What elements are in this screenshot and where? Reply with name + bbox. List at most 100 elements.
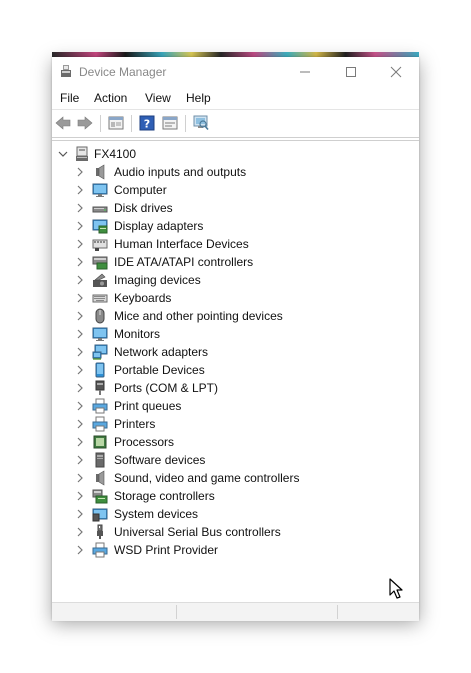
- menu-action[interactable]: Action: [94, 91, 127, 105]
- chevron-right-icon[interactable]: [75, 527, 85, 537]
- back-arrow-icon[interactable]: [55, 115, 71, 131]
- tree-item[interactable]: Disk drives: [52, 199, 419, 217]
- tree-item-label: Human Interface Devices: [114, 237, 249, 251]
- chevron-right-icon[interactable]: [75, 329, 85, 339]
- tree-item-label: Mice and other pointing devices: [114, 309, 283, 323]
- mouse-icon: [95, 308, 105, 324]
- tree-item[interactable]: Monitors: [52, 325, 419, 343]
- help-icon[interactable]: ?: [139, 115, 155, 131]
- menu-file[interactable]: File: [60, 91, 79, 105]
- properties-icon[interactable]: [108, 115, 124, 131]
- status-bar-separator: [337, 605, 338, 619]
- tree-item[interactable]: Human Interface Devices: [52, 235, 419, 253]
- tree-item[interactable]: Network adapters: [52, 343, 419, 361]
- tree-item[interactable]: Storage controllers: [52, 487, 419, 505]
- device-manager-window: Device Manager File Action View Help ? F…: [52, 57, 419, 621]
- svg-text:?: ?: [144, 118, 150, 131]
- tree-item-label: Imaging devices: [114, 273, 201, 287]
- title-bar[interactable]: Device Manager: [52, 57, 419, 86]
- tree-item[interactable]: Software devices: [52, 451, 419, 469]
- monitor-icon: [92, 183, 108, 197]
- maximize-button[interactable]: [328, 57, 374, 86]
- tree-item[interactable]: Imaging devices: [52, 271, 419, 289]
- tree-item[interactable]: Keyboards: [52, 289, 419, 307]
- menu-help[interactable]: Help: [186, 91, 211, 105]
- chevron-right-icon[interactable]: [75, 419, 85, 429]
- tree-item[interactable]: IDE ATA/ATAPI controllers: [52, 253, 419, 271]
- minimize-button[interactable]: [282, 57, 328, 86]
- chevron-right-icon[interactable]: [75, 239, 85, 249]
- tree-item[interactable]: Ports (COM & LPT): [52, 379, 419, 397]
- system-device-icon: [92, 508, 108, 522]
- tree-item[interactable]: Audio inputs and outputs: [52, 163, 419, 181]
- close-icon: [390, 66, 402, 77]
- scan-hardware-icon[interactable]: [193, 115, 209, 131]
- tree-item[interactable]: Computer: [52, 181, 419, 199]
- disk-drive-icon: [92, 206, 108, 213]
- storage-controller-icon: [92, 489, 108, 504]
- network-icon: [92, 344, 108, 360]
- tree-item[interactable]: Universal Serial Bus controllers: [52, 523, 419, 541]
- usb-icon: [97, 524, 103, 539]
- tree-item-label: Network adapters: [114, 345, 209, 359]
- tree-item-label: Processors: [114, 435, 175, 449]
- tree-item-label: Sound, video and game controllers: [114, 471, 300, 485]
- software-device-icon: [95, 452, 105, 468]
- chevron-right-icon[interactable]: [75, 185, 85, 195]
- tree-item[interactable]: Sound, video and game controllers: [52, 469, 419, 487]
- chevron-right-icon[interactable]: [75, 401, 85, 411]
- maximize-icon: [346, 66, 356, 77]
- speaker-icon: [96, 470, 105, 486]
- tree-item[interactable]: Portable Devices: [52, 361, 419, 379]
- monitor-icon: [92, 327, 108, 341]
- device-manager-app-icon: [61, 65, 71, 77]
- tree-item[interactable]: System devices: [52, 505, 419, 523]
- chevron-right-icon[interactable]: [75, 221, 85, 231]
- chevron-right-icon[interactable]: [75, 509, 85, 519]
- tree-item-label: Print queues: [114, 399, 182, 413]
- tree-item-label: Monitors: [114, 327, 161, 341]
- chevron-right-icon[interactable]: [75, 437, 85, 447]
- tree-item[interactable]: Processors: [52, 433, 419, 451]
- chevron-right-icon[interactable]: [75, 275, 85, 285]
- tree-item[interactable]: WSD Print Provider: [52, 541, 419, 559]
- keyboard-icon: [92, 294, 108, 303]
- camera-icon: [93, 273, 107, 287]
- tree-item-label: Ports (COM & LPT): [114, 381, 219, 395]
- tree-item[interactable]: Printers: [52, 415, 419, 433]
- ide-controller-icon: [92, 256, 108, 270]
- menu-view[interactable]: View: [145, 91, 171, 105]
- tree-item[interactable]: Print queues: [52, 397, 419, 415]
- chevron-right-icon[interactable]: [75, 257, 85, 267]
- tree-item-label: IDE ATA/ATAPI controllers: [114, 255, 254, 269]
- chevron-right-icon[interactable]: [75, 203, 85, 213]
- close-button[interactable]: [373, 57, 419, 86]
- tree-item-label: Software devices: [114, 453, 206, 467]
- chevron-right-icon[interactable]: [75, 455, 85, 465]
- window-title: Device Manager: [79, 65, 167, 79]
- menu-bar: File Action View Help: [52, 87, 419, 107]
- status-bar-separator: [176, 605, 177, 619]
- chevron-right-icon[interactable]: [75, 365, 85, 375]
- chevron-right-icon[interactable]: [75, 545, 85, 555]
- tree-item-label: System devices: [114, 507, 199, 521]
- tree-root-node[interactable]: FX4100: [52, 145, 419, 163]
- forward-arrow-icon[interactable]: [77, 115, 93, 131]
- tree-item-label: Display adapters: [114, 219, 204, 233]
- chevron-right-icon[interactable]: [75, 311, 85, 321]
- chevron-right-icon[interactable]: [75, 383, 85, 393]
- chevron-down-icon[interactable]: [58, 149, 68, 159]
- chevron-right-icon[interactable]: [75, 293, 85, 303]
- tree-item-label: WSD Print Provider: [114, 543, 219, 557]
- tree-item[interactable]: Mice and other pointing devices: [52, 307, 419, 325]
- toolbar-separator: [100, 115, 101, 132]
- chevron-right-icon[interactable]: [75, 473, 85, 483]
- tree-root-label: FX4100: [94, 147, 137, 161]
- chevron-right-icon[interactable]: [75, 167, 85, 177]
- port-icon: [95, 380, 105, 395]
- update-driver-icon[interactable]: [162, 115, 178, 131]
- printer-icon: [92, 542, 108, 558]
- tree-item[interactable]: Display adapters: [52, 217, 419, 235]
- chevron-right-icon[interactable]: [75, 347, 85, 357]
- chevron-right-icon[interactable]: [75, 491, 85, 501]
